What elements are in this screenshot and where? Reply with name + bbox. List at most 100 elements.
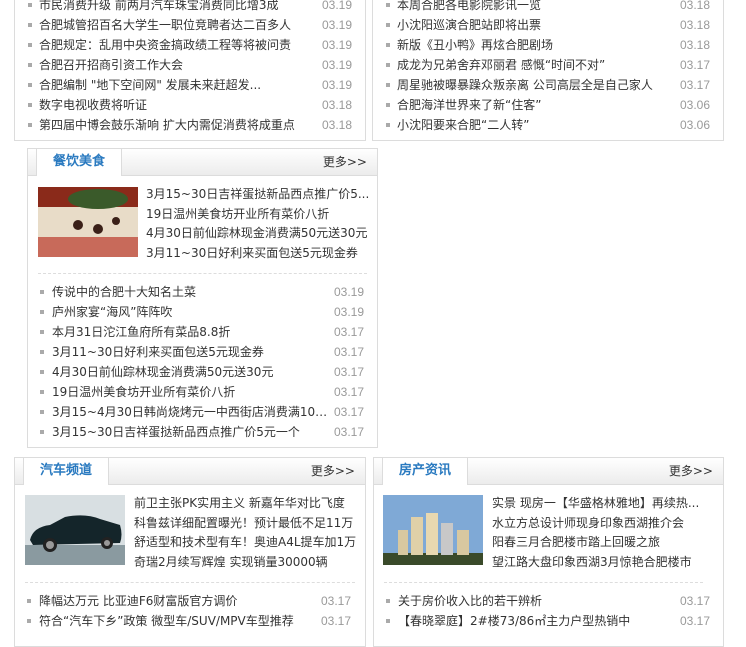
featured-link[interactable]: 4月30日前仙踪林现金消费满50元送30元 xyxy=(146,224,371,244)
news-link[interactable]: 本月31日沱江鱼府所有菜品8.8折 xyxy=(52,322,328,342)
food-section: 餐饮美食 更多>> 3月15~30日吉祥蛋挞新品西点推广价5... 19日温州美食… xyxy=(27,148,378,448)
news-link[interactable]: 庐州家宴“海风”阵阵吹 xyxy=(52,302,328,322)
news-date: 03.19 xyxy=(322,18,353,32)
list-item[interactable]: 合肥规定：乱用中央资金搞政绩工程等将被问责 03.19 xyxy=(15,35,365,55)
news-link[interactable]: 合肥海洋世界来了新“住客” xyxy=(397,95,667,115)
list-item[interactable]: 【春晓翠庭】2#楼73/86㎡主力户型热销中 03.17 xyxy=(374,611,723,631)
list-item[interactable]: 成龙为兄弟舍弃邓丽君 感慨“时间不对” 03.17 xyxy=(373,55,723,75)
news-link[interactable]: 周星驰被曝暴躁众叛亲离 公司高层全是自己家人 xyxy=(397,75,667,95)
house-section: 房产资讯 更多>> 实景 现房一【华盛格林雅地】再续热... 水立方总设计师现身印… xyxy=(373,457,724,647)
bullet-icon xyxy=(386,43,390,47)
list-item[interactable]: 合肥城管招百名大学生一职位竞聘者达二百多人 03.19 xyxy=(15,15,365,35)
news-date: 03.17 xyxy=(334,425,365,439)
news-date: 03.18 xyxy=(680,18,711,32)
news-link[interactable]: 合肥召开招商引资工作大会 xyxy=(39,55,309,75)
bullet-icon xyxy=(40,430,44,434)
list-item[interactable]: 第四届中博会鼓乐渐响 扩大内需促消费将成重点 03.18 xyxy=(15,115,365,135)
news-link[interactable]: 关于房价收入比的若干辨析 xyxy=(398,591,674,611)
news-link[interactable]: 19日温州美食坊开业所有菜价八折 xyxy=(52,382,328,402)
list-item[interactable]: 数字电视收费将听证 03.18 xyxy=(15,95,365,115)
tab-car[interactable]: 汽车频道 xyxy=(23,458,109,485)
bullet-icon xyxy=(40,290,44,294)
news-link[interactable]: 3月15~30日吉祥蛋挞新品西点推广价5元一个 xyxy=(52,422,328,442)
featured-link[interactable]: 舒适型和技术型有车！奥迪A4L提车加1万 xyxy=(134,533,360,553)
news-link[interactable]: 4月30日前仙踪林现金消费满50元送30元 xyxy=(52,362,328,382)
car-section: 汽车频道 更多>> 前卫主张PK实用主义 新嘉年华对比飞度 科鲁兹详细配置曝光！预… xyxy=(14,457,366,647)
list-item[interactable]: 新版《丑小鸭》再炫合肥剧场 03.18 xyxy=(373,35,723,55)
bullet-icon xyxy=(28,43,32,47)
news-link[interactable]: 合肥城管招百名大学生一职位竞聘者达二百多人 xyxy=(39,15,309,35)
news-link[interactable]: 合肥编制 "地下空间网" 发展未来赶超发... xyxy=(39,75,309,95)
divider xyxy=(384,582,703,583)
list-item[interactable]: 传说中的合肥十大知名土菜 03.19 xyxy=(28,282,377,302)
car-image[interactable] xyxy=(25,495,125,565)
list-item[interactable]: 本周合肥各电影院影讯一览 03.18 xyxy=(373,0,723,15)
list-item[interactable]: 周星驰被曝暴躁众叛亲离 公司高层全是自己家人 03.17 xyxy=(373,75,723,95)
news-link[interactable]: 市民消费升级 前两月汽车珠宝消费同比增3成 xyxy=(39,0,309,15)
featured-link[interactable]: 水立方总设计师现身印象西湖推介会 xyxy=(492,514,702,534)
entertainment-box: 本周合肥各电影院影讯一览 03.18 小沈阳巡演合肥站即将出票 03.18 新版《丑小鸭… xyxy=(372,0,724,141)
list-item[interactable]: 3月11~30日好利来买面包送5元现金券 03.17 xyxy=(28,342,377,362)
news-link[interactable]: 新版《丑小鸭》再炫合肥剧场 xyxy=(397,35,667,55)
bullet-icon xyxy=(27,599,31,603)
bullet-icon xyxy=(386,619,390,623)
list-item[interactable]: 庐州家宴“海风”阵阵吹 03.19 xyxy=(28,302,377,322)
bullet-icon xyxy=(28,123,32,127)
food-image[interactable] xyxy=(38,187,138,257)
list-item[interactable]: 合肥海洋世界来了新“住客” 03.06 xyxy=(373,95,723,115)
news-link[interactable]: 本周合肥各电影院影讯一览 xyxy=(397,0,667,15)
featured-link[interactable]: 3月11~30日好利来买面包送5元现金券 xyxy=(146,244,371,264)
featured-link[interactable]: 19日温州美食坊开业所有菜价八折 xyxy=(146,205,371,225)
news-link[interactable]: 3月15~4月30日韩尚烧烤元一中西街店消费满100送 xyxy=(52,402,328,422)
bullet-icon xyxy=(40,390,44,394)
featured-link[interactable]: 3月15~30日吉祥蛋挞新品西点推广价5... xyxy=(146,185,371,205)
bullet-icon xyxy=(386,83,390,87)
tab-food[interactable]: 餐饮美食 xyxy=(36,149,122,176)
list-item[interactable]: 市民消费升级 前两月汽车珠宝消费同比增3成 03.19 xyxy=(15,0,365,15)
entertainment-list: 本周合肥各电影院影讯一览 03.18 小沈阳巡演合肥站即将出票 03.18 新版《丑小鸭… xyxy=(373,0,723,135)
news-link[interactable]: 合肥规定：乱用中央资金搞政绩工程等将被问责 xyxy=(39,35,309,55)
tab-house[interactable]: 房产资讯 xyxy=(382,458,468,485)
news-link[interactable]: 小沈阳巡演合肥站即将出票 xyxy=(397,15,667,35)
bullet-icon xyxy=(28,23,32,27)
list-item[interactable]: 4月30日前仙踪林现金消费满50元送30元 03.17 xyxy=(28,362,377,382)
food-list: 传说中的合肥十大知名土菜 03.19 庐州家宴“海风”阵阵吹 03.19 本月31日沱江… xyxy=(28,282,377,442)
list-item[interactable]: 合肥编制 "地下空间网" 发展未来赶超发... 03.19 xyxy=(15,75,365,95)
news-date: 03.17 xyxy=(321,614,352,628)
featured-link[interactable]: 科鲁兹详细配置曝光！预计最低不足11万 xyxy=(134,514,360,534)
news-date: 03.06 xyxy=(680,98,711,112)
news-link[interactable]: 符合“汽车下乡”政策 微型车/SUV/MPV车型推荐 xyxy=(39,611,315,631)
list-item[interactable]: 小沈阳要来合肥“二人转” 03.06 xyxy=(373,115,723,135)
list-item[interactable]: 合肥召开招商引资工作大会 03.19 xyxy=(15,55,365,75)
list-item[interactable]: 19日温州美食坊开业所有菜价八折 03.17 xyxy=(28,382,377,402)
featured-link[interactable]: 阳春三月合肥楼市踏上回暖之旅 xyxy=(492,533,702,553)
bullet-icon xyxy=(28,63,32,67)
bullet-icon xyxy=(40,350,44,354)
featured-link[interactable]: 奇瑞2月续写辉煌 实现销量30000辆 xyxy=(134,553,360,573)
list-item[interactable]: 符合“汽车下乡”政策 微型车/SUV/MPV车型推荐 03.17 xyxy=(15,611,365,631)
more-link[interactable]: 更多>> xyxy=(669,458,713,484)
more-link[interactable]: 更多>> xyxy=(311,458,355,484)
news-date: 03.17 xyxy=(680,78,711,92)
news-link[interactable]: 第四届中博会鼓乐渐响 扩大内需促消费将成重点 xyxy=(39,115,309,135)
featured-link[interactable]: 前卫主张PK实用主义 新嘉年华对比飞度 xyxy=(134,494,360,514)
list-item[interactable]: 降幅达万元 比亚迪F6财富版官方调价 03.17 xyxy=(15,591,365,611)
featured-link[interactable]: 望江路大盘印象西湖3月惊艳合肥楼市 xyxy=(492,553,702,573)
news-date: 03.18 xyxy=(322,118,353,132)
list-item[interactable]: 3月15~30日吉祥蛋挞新品西点推广价5元一个 03.17 xyxy=(28,422,377,442)
list-item[interactable]: 本月31日沱江鱼府所有菜品8.8折 03.17 xyxy=(28,322,377,342)
news-link[interactable]: 3月11~30日好利来买面包送5元现金券 xyxy=(52,342,328,362)
more-link[interactable]: 更多>> xyxy=(323,149,367,175)
house-image[interactable] xyxy=(383,495,483,565)
news-link[interactable]: 小沈阳要来合肥“二人转” xyxy=(397,115,667,135)
news-link[interactable]: 数字电视收费将听证 xyxy=(39,95,309,115)
news-date: 03.17 xyxy=(680,58,711,72)
list-item[interactable]: 关于房价收入比的若干辨析 03.17 xyxy=(374,591,723,611)
news-link[interactable]: 传说中的合肥十大知名土菜 xyxy=(52,282,328,302)
list-item[interactable]: 小沈阳巡演合肥站即将出票 03.18 xyxy=(373,15,723,35)
news-link[interactable]: 【春晓翠庭】2#楼73/86㎡主力户型热销中 xyxy=(398,611,674,631)
featured-link[interactable]: 实景 现房一【华盛格林雅地】再续热... xyxy=(492,494,702,514)
news-link[interactable]: 降幅达万元 比亚迪F6财富版官方调价 xyxy=(39,591,315,611)
news-link[interactable]: 成龙为兄弟舍弃邓丽君 感慨“时间不对” xyxy=(397,55,667,75)
list-item[interactable]: 3月15~4月30日韩尚烧烤元一中西街店消费满100送 03.17 xyxy=(28,402,377,422)
